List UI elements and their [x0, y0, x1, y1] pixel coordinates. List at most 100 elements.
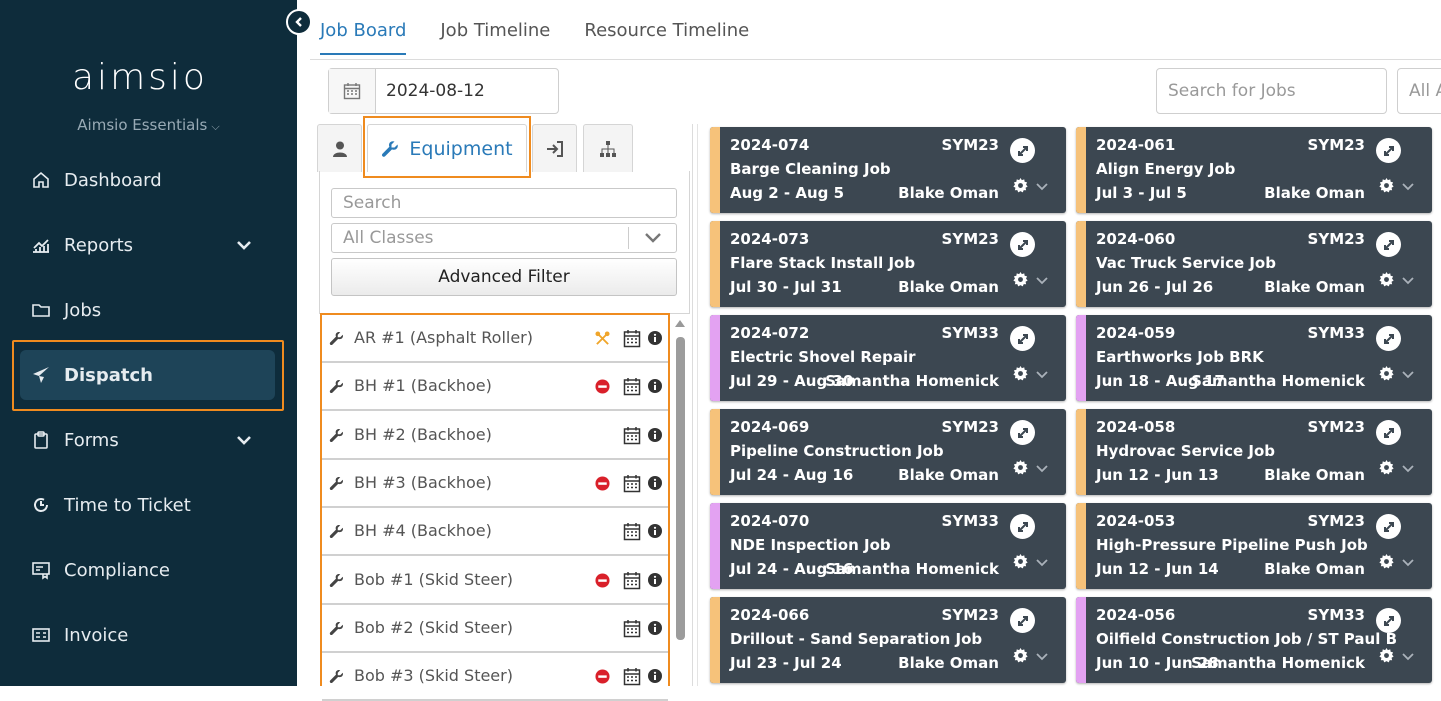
job-person: Blake Oman	[898, 466, 999, 484]
tab-job-timeline[interactable]: Job Timeline	[440, 20, 550, 55]
tab-job-board[interactable]: Job Board	[320, 20, 407, 55]
tab-hierarchy[interactable]	[583, 124, 633, 172]
expand-button[interactable]	[1376, 232, 1401, 257]
gear-icon[interactable]	[1013, 554, 1028, 569]
collapse-sidebar-button[interactable]	[286, 9, 312, 35]
expand-icon	[1383, 145, 1394, 156]
sidebar-item-time-to-ticket[interactable]: Time to Ticket	[20, 480, 275, 530]
gear-icon[interactable]	[1379, 178, 1394, 193]
class-select[interactable]: All Classes	[331, 223, 677, 253]
sidebar-item-label: Jobs	[64, 299, 102, 321]
scrollbar-thumb[interactable]	[676, 337, 685, 640]
scroll-up-arrow[interactable]	[675, 320, 685, 327]
job-card[interactable]: 2024-060 SYM23 Vac Truck Service Job Jun 26…	[1076, 221, 1432, 307]
advanced-filter-button[interactable]: Advanced Filter	[331, 258, 677, 296]
edition-selector[interactable]: Aimsio Essentials ⌵	[0, 116, 297, 134]
aimsio-logo[interactable]: aimsio	[72, 58, 224, 98]
chevron-down-icon[interactable]	[1402, 276, 1414, 286]
job-code: SYM23	[941, 136, 999, 154]
gear-icon[interactable]	[1013, 366, 1028, 381]
job-status-stripe	[1076, 221, 1086, 307]
job-status-stripe	[1076, 409, 1086, 495]
chevron-down-icon[interactable]	[1402, 182, 1414, 192]
expand-button[interactable]	[1010, 138, 1035, 163]
expand-button[interactable]	[1010, 232, 1035, 257]
job-card[interactable]: 2024-072 SYM33 Electric Shovel Repair Jul 2…	[710, 315, 1066, 401]
job-card[interactable]: 2024-069 SYM23 Pipeline Construction Job Ju…	[710, 409, 1066, 495]
job-card[interactable]: 2024-058 SYM23 Hydrovac Service Job Jun 12 …	[1076, 409, 1432, 495]
job-number: 2024-058	[1096, 418, 1176, 436]
date-value[interactable]: 2024-08-12	[376, 69, 485, 113]
tab-resource-timeline[interactable]: Resource Timeline	[584, 20, 749, 55]
chevron-down-icon[interactable]	[1036, 464, 1048, 474]
gear-icon[interactable]	[1013, 460, 1028, 475]
chevron-down-icon[interactable]	[1402, 370, 1414, 380]
chevron-down-icon[interactable]	[1036, 370, 1048, 380]
job-status-stripe	[1076, 597, 1086, 683]
chevron-down-icon[interactable]	[1036, 182, 1048, 192]
job-card[interactable]: 2024-066 SYM23 Drillout - Sand Separation …	[710, 597, 1066, 683]
gear-icon[interactable]	[1013, 648, 1028, 663]
gear-icon[interactable]	[1379, 366, 1394, 381]
job-card[interactable]: 2024-061 SYM23 Align Energy Job Jul 3 - Jul…	[1076, 127, 1432, 213]
gear-icon[interactable]	[1013, 272, 1028, 287]
job-card[interactable]: 2024-074 SYM23 Barge Cleaning Job Aug 2 - A…	[710, 127, 1066, 213]
clock-icon	[30, 494, 52, 516]
gear-icon[interactable]	[1379, 648, 1394, 663]
job-dates: Aug 2 - Aug 5	[730, 184, 845, 202]
expand-button[interactable]	[1010, 326, 1035, 351]
chevron-down-icon[interactable]	[235, 236, 253, 254]
sidebar-item-compliance[interactable]: Compliance	[20, 545, 275, 595]
job-code: SYM23	[941, 606, 999, 624]
chevron-down-icon[interactable]	[235, 431, 253, 449]
chevron-down-icon[interactable]	[1402, 464, 1414, 474]
job-dates: Jun 12 - Jun 13	[1096, 466, 1219, 484]
expand-button[interactable]	[1376, 608, 1401, 633]
expand-button[interactable]	[1376, 420, 1401, 445]
expand-button[interactable]	[1010, 608, 1035, 633]
gear-icon[interactable]	[1379, 460, 1394, 475]
job-dates: Jun 26 - Jul 26	[1096, 278, 1214, 296]
job-person: Blake Oman	[1264, 184, 1365, 202]
job-title: Barge Cleaning Job	[730, 160, 891, 178]
search-jobs-input[interactable]: Search for Jobs	[1156, 68, 1387, 114]
expand-button[interactable]	[1010, 420, 1035, 445]
job-number: 2024-066	[730, 606, 810, 624]
sidebar-item-jobs[interactable]: Jobs	[20, 285, 275, 335]
expand-button[interactable]	[1376, 326, 1401, 351]
chevron-down-icon[interactable]	[1402, 652, 1414, 662]
tab-people[interactable]	[317, 124, 362, 172]
calendar-icon[interactable]	[329, 69, 376, 113]
job-card[interactable]: 2024-053 SYM23 High-Pressure Pipeline Push…	[1076, 503, 1432, 589]
job-card[interactable]: 2024-073 SYM23 Flare Stack Install Job Jul …	[710, 221, 1066, 307]
gear-icon[interactable]	[1379, 554, 1394, 569]
sidebar-item-forms[interactable]: Forms	[20, 415, 275, 465]
chevron-down-icon[interactable]	[1036, 652, 1048, 662]
chevron-down-icon[interactable]	[1402, 558, 1414, 568]
job-code: SYM33	[941, 324, 999, 342]
expand-button[interactable]	[1376, 514, 1401, 539]
job-card[interactable]: 2024-059 SYM33 Earthworks Job BRK Jun 18 - …	[1076, 315, 1432, 401]
sidebar-item-invoice[interactable]: Invoice	[20, 610, 275, 660]
job-title: Earthworks Job BRK	[1096, 348, 1264, 366]
gear-icon[interactable]	[1379, 272, 1394, 287]
gear-icon[interactable]	[1013, 178, 1028, 193]
sidebar-item-reports[interactable]: Reports	[20, 220, 275, 270]
job-card[interactable]: 2024-070 SYM33 NDE Inspection Job Jul 24 - …	[710, 503, 1066, 589]
sidebar-item-dashboard[interactable]: Dashboard	[20, 155, 275, 205]
resource-search-input[interactable]: Search	[331, 188, 677, 218]
job-card[interactable]: 2024-056 SYM33 Oilfield Construction Job /…	[1076, 597, 1432, 683]
sidebar-item-label: Compliance	[64, 559, 170, 581]
chevron-down-icon[interactable]	[1036, 276, 1048, 286]
date-picker[interactable]: 2024-08-12	[328, 68, 559, 114]
all-filter-dropdown[interactable]: All A	[1397, 68, 1441, 114]
chevron-down-icon[interactable]	[1036, 558, 1048, 568]
job-person: Samantha Homenick	[825, 372, 999, 390]
job-status-stripe	[710, 221, 720, 307]
job-status-stripe	[710, 503, 720, 589]
job-number: 2024-053	[1096, 512, 1176, 530]
expand-button[interactable]	[1010, 514, 1035, 539]
expand-icon	[1017, 521, 1028, 532]
expand-button[interactable]	[1376, 138, 1401, 163]
tab-sign-in[interactable]	[532, 124, 577, 172]
